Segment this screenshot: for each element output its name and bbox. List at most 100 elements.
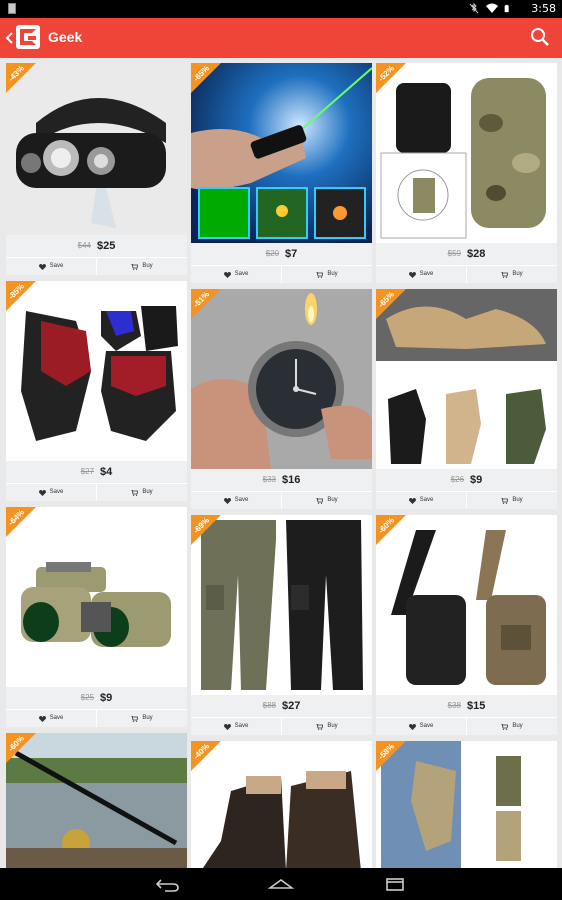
price-row: $25 $9 bbox=[6, 687, 187, 709]
price: $9 bbox=[100, 692, 113, 704]
save-button[interactable]: Save bbox=[376, 492, 467, 509]
price: $27 bbox=[282, 700, 301, 712]
card-actions: Save Buy bbox=[191, 717, 372, 735]
price-row: $20 $7 bbox=[191, 243, 372, 265]
product-card[interactable]: -43% $44 $25 Save Buy bbox=[6, 63, 187, 275]
old-price: $25 bbox=[80, 693, 95, 702]
cart-icon bbox=[501, 271, 509, 278]
save-button[interactable]: Save bbox=[191, 492, 282, 509]
search-icon[interactable] bbox=[530, 27, 550, 47]
product-card[interactable]: -85% $27 $4 Save Buy bbox=[6, 281, 187, 501]
product-image[interactable]: -60% bbox=[6, 733, 187, 868]
buy-button[interactable]: Buy bbox=[97, 484, 187, 501]
buy-button[interactable]: Buy bbox=[97, 258, 187, 275]
product-card[interactable]: -51% $33 $16 Save Buy bbox=[191, 289, 372, 509]
product-card[interactable]: -65% $26 $9 Save Buy bbox=[376, 289, 557, 509]
heart-icon bbox=[408, 497, 416, 504]
save-button[interactable]: Save bbox=[6, 710, 97, 727]
save-label: Save bbox=[49, 715, 64, 721]
card-actions: Save Buy bbox=[376, 717, 557, 735]
card-actions: Save Buy bbox=[6, 257, 187, 275]
nav-recents-icon[interactable] bbox=[382, 876, 408, 892]
cart-icon bbox=[501, 723, 509, 730]
buy-button[interactable]: Buy bbox=[97, 710, 187, 727]
buy-button[interactable]: Buy bbox=[282, 266, 372, 283]
save-button[interactable]: Save bbox=[6, 258, 97, 275]
save-label: Save bbox=[234, 271, 249, 277]
price: $15 bbox=[467, 700, 486, 712]
cart-icon bbox=[501, 497, 509, 504]
price: $28 bbox=[467, 248, 486, 260]
price: $16 bbox=[282, 474, 301, 486]
buy-label: Buy bbox=[512, 497, 523, 503]
buy-button[interactable]: Buy bbox=[282, 718, 372, 735]
product-card[interactable]: -52% $59 $28 Save Buy bbox=[376, 63, 557, 283]
save-label: Save bbox=[419, 723, 434, 729]
product-image[interactable]: -60% bbox=[376, 515, 557, 695]
product-image[interactable]: -52% bbox=[376, 63, 557, 243]
price: $25 bbox=[97, 240, 116, 252]
product-image[interactable]: -85% bbox=[6, 281, 187, 461]
product-card[interactable]: -60% $38 $15 Save Buy bbox=[376, 515, 557, 735]
save-button[interactable]: Save bbox=[376, 718, 467, 735]
old-price: $59 bbox=[447, 249, 461, 258]
price-row: $27 $4 bbox=[6, 461, 187, 483]
sim-icon bbox=[8, 3, 16, 14]
old-price: $44 bbox=[77, 241, 91, 250]
save-button[interactable]: Save bbox=[191, 718, 282, 735]
buy-button[interactable]: Buy bbox=[282, 492, 372, 509]
product-image[interactable]: -43% bbox=[6, 63, 187, 235]
buy-button[interactable]: Buy bbox=[467, 492, 557, 509]
product-image[interactable]: -65% bbox=[191, 63, 372, 243]
save-button[interactable]: Save bbox=[191, 266, 282, 283]
heart-icon bbox=[223, 723, 231, 730]
status-bar: 3:58 bbox=[0, 0, 562, 18]
cart-icon bbox=[131, 489, 139, 496]
product-card[interactable]: -64% $25 $9 Save Buy bbox=[6, 507, 187, 727]
price-row: $88 $27 bbox=[191, 695, 372, 717]
card-actions: Save Buy bbox=[6, 483, 187, 501]
card-actions: Save Buy bbox=[191, 265, 372, 283]
geek-logo-icon bbox=[16, 25, 40, 49]
save-label: Save bbox=[419, 271, 434, 277]
heart-icon bbox=[223, 497, 231, 504]
save-button[interactable]: Save bbox=[6, 484, 97, 501]
card-actions: Save Buy bbox=[376, 491, 557, 509]
nav-back-icon[interactable] bbox=[155, 876, 181, 892]
nav-home-icon[interactable] bbox=[268, 876, 294, 892]
cart-icon bbox=[316, 723, 324, 730]
product-card[interactable]: -40% bbox=[191, 741, 372, 868]
price-row: $44 $25 bbox=[6, 235, 187, 257]
product-image[interactable]: -69% bbox=[191, 515, 372, 695]
save-button[interactable]: Save bbox=[376, 266, 467, 283]
product-image[interactable]: -65% bbox=[376, 289, 557, 469]
clock: 3:58 bbox=[531, 2, 556, 15]
buy-button[interactable]: Buy bbox=[467, 718, 557, 735]
save-label: Save bbox=[49, 263, 64, 269]
product-card[interactable]: -60% bbox=[6, 733, 187, 868]
product-card[interactable]: -69% $88 $27 Save Buy bbox=[191, 515, 372, 735]
card-actions: Save Buy bbox=[376, 265, 557, 283]
wifi-icon bbox=[486, 3, 498, 13]
product-image[interactable]: -51% bbox=[191, 289, 372, 469]
product-image[interactable]: -58% bbox=[376, 741, 557, 868]
bluetooth-off-icon bbox=[469, 3, 479, 14]
product-card[interactable]: -58% bbox=[376, 741, 557, 868]
card-actions: Save Buy bbox=[6, 709, 187, 727]
product-image[interactable]: -64% bbox=[6, 507, 187, 687]
save-label: Save bbox=[234, 497, 249, 503]
heart-icon bbox=[408, 271, 416, 278]
old-price: $33 bbox=[262, 475, 276, 484]
back-arrow-icon[interactable] bbox=[3, 28, 17, 48]
buy-button[interactable]: Buy bbox=[467, 266, 557, 283]
heart-icon bbox=[223, 271, 231, 278]
product-image[interactable]: -40% bbox=[191, 741, 372, 868]
buy-label: Buy bbox=[327, 497, 338, 503]
price-row: $59 $28 bbox=[376, 243, 557, 265]
old-price: $27 bbox=[80, 467, 95, 476]
cart-icon bbox=[316, 497, 324, 504]
cart-icon bbox=[131, 715, 139, 722]
product-card[interactable]: -65% $20 $7 Save Buy bbox=[191, 63, 372, 283]
cart-icon bbox=[316, 271, 324, 278]
cart-icon bbox=[131, 263, 139, 270]
